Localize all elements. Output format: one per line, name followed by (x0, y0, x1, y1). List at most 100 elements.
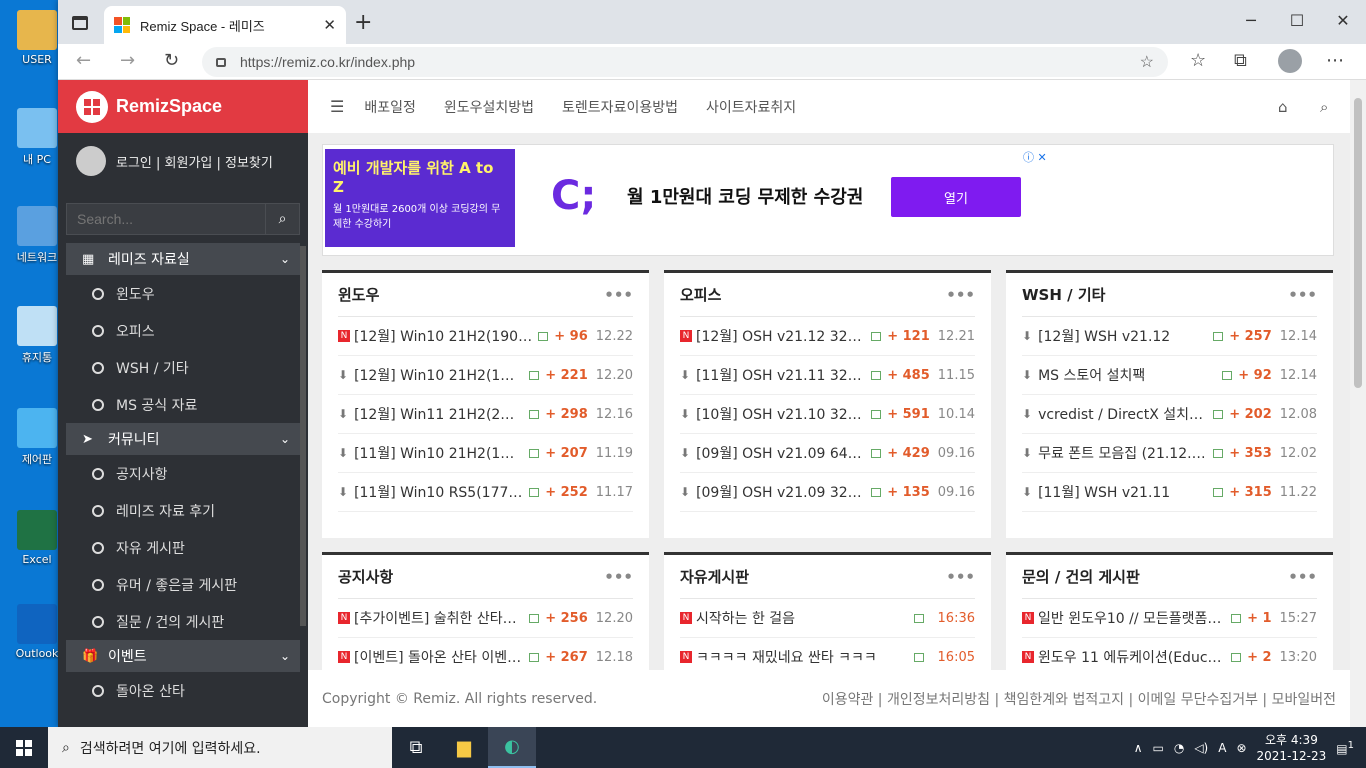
favorites-icon[interactable]: ☆ (1190, 50, 1206, 71)
menu-item[interactable]: MS 공식 자료 (58, 386, 308, 423)
post-row[interactable]: ⬇ 무료 폰트 모음집 (21.12.… + 353 12.02 (1022, 434, 1317, 473)
post-row[interactable]: ⬇ [10월] OSH v21.10 32… + 591 10.14 (680, 395, 975, 434)
nav-site-purpose[interactable]: 사이트자료취지 (706, 97, 796, 117)
nav-schedule[interactable]: 배포일정 (364, 97, 416, 117)
menu-item[interactable]: WSH / 기타 (58, 349, 308, 386)
file-explorer-icon[interactable]: ▆ (440, 727, 488, 768)
volume-icon[interactable]: ◁) (1194, 741, 1208, 755)
collections-icon[interactable]: ⧉ (1234, 50, 1247, 71)
post-title: ㅋㅋㅋㅋ 재밌네요 싼타 ㅋㅋㅋ (696, 650, 877, 666)
sidebar-scrollbar[interactable] (300, 246, 306, 626)
card-title[interactable]: 공지사항 (338, 566, 393, 587)
search-icon[interactable]: ⌕ (266, 203, 300, 235)
comment-count: + 121 (887, 328, 930, 344)
more-icon[interactable]: ⋯ (1326, 50, 1344, 71)
post-row[interactable]: N [12월] OSH v21.12 32/… + 121 12.21 (680, 317, 975, 356)
board-card: 윈도우 ••• N [12월] Win10 21H2(190… + 96 12.22 ⬇ [1… (322, 270, 649, 538)
post-row[interactable]: ⬇ vcredist / DirectX 설치 … + 202 12.08 (1022, 395, 1317, 434)
more-icon[interactable]: ••• (946, 568, 975, 586)
edge-icon[interactable]: ◐ (488, 727, 536, 768)
post-row[interactable]: N [추가이벤트] 술취한 산타에게… + 256 12.20 (338, 599, 633, 638)
menu-item[interactable]: 질문 / 건의 게시판 (58, 603, 308, 640)
site-logo[interactable]: RemizSpace (58, 80, 308, 133)
new-badge-icon: N (680, 612, 692, 624)
post-row[interactable]: ⬇ [12월] Win10 21H2(1… + 221 12.20 (338, 356, 633, 395)
hamburger-icon[interactable]: ☰ (330, 97, 344, 116)
post-row[interactable]: N 시작하는 한 걸음 16:36 (680, 599, 975, 638)
search-input[interactable] (66, 203, 266, 235)
post-row[interactable]: ⬇ [12월] WSH v21.12 + 257 12.14 (1022, 317, 1317, 356)
more-icon[interactable]: ••• (1288, 286, 1317, 304)
menu-item[interactable]: 오피스 (58, 312, 308, 349)
post-row[interactable]: ⬇ [11월] Win10 21H2(1… + 207 11.19 (338, 434, 633, 473)
post-row[interactable]: N 일반 윈도우10 // 모든플랫폼용 … + 1 15:27 (1022, 599, 1317, 638)
card-title[interactable]: 오피스 (680, 284, 721, 305)
login-links[interactable]: 로그인 | 회원가입 | 정보찾기 (116, 152, 273, 171)
post-row[interactable]: ⬇ MS 스토어 설치팩 + 92 12.14 (1022, 356, 1317, 395)
more-icon[interactable]: ••• (604, 286, 633, 304)
home-icon[interactable]: ⌂ (1278, 98, 1288, 116)
image-icon (913, 613, 924, 623)
task-view-icon[interactable]: ⧉ (392, 727, 440, 768)
ime-icon[interactable]: ⊗ (1236, 741, 1246, 755)
nav-install-guide[interactable]: 윈도우설치방법 (444, 97, 534, 117)
card-title[interactable]: WSH / 기타 (1022, 284, 1105, 305)
card-title[interactable]: 자유게시판 (680, 566, 749, 587)
profile-avatar[interactable] (1278, 49, 1302, 73)
post-row[interactable]: ⬇ [09월] OSH v21.09 32… + 135 09.16 (680, 473, 975, 512)
ad-close-icon[interactable]: ⓘ ✕ (1023, 149, 1047, 165)
image-icon (871, 409, 882, 419)
post-row[interactable]: ⬇ [11월] WSH v21.11 + 315 11.22 (1022, 473, 1317, 512)
start-button[interactable] (0, 739, 48, 756)
minimize-icon[interactable]: ─ (1228, 0, 1274, 40)
favorite-add-icon[interactable]: ☆ (1140, 52, 1154, 72)
search-icon[interactable]: ⌕ (1320, 98, 1328, 116)
post-row[interactable]: ⬇ [12월] Win11 21H2(2… + 298 12.16 (338, 395, 633, 434)
menu-item[interactable]: 윈도우 (58, 275, 308, 312)
nav-torrent-guide[interactable]: 토렌트자료이용방법 (562, 97, 678, 117)
ad-open-button[interactable]: 열기 (891, 177, 1021, 217)
tab-actions-icon[interactable] (72, 16, 88, 30)
show-hidden-icon[interactable]: ∧ (1134, 741, 1143, 755)
more-icon[interactable]: ••• (946, 286, 975, 304)
network-icon[interactable]: ▭ (1153, 741, 1164, 755)
browser-tab[interactable]: Remiz Space - 레미즈 ✕ (104, 6, 346, 44)
menu-category[interactable]: 🎁 이벤트 ⌄ (66, 640, 300, 672)
close-tab-icon[interactable]: ✕ (323, 16, 336, 34)
close-window-icon[interactable]: ✕ (1320, 0, 1366, 40)
clock[interactable]: 오후 4:39 2021-12-23 (1257, 732, 1327, 764)
back-icon[interactable]: ← (76, 50, 91, 71)
menu-item[interactable]: 돌아온 산타 (58, 672, 308, 709)
post-title: [09월] OSH v21.09 32… (696, 485, 862, 501)
card-title[interactable]: 문의 / 건의 게시판 (1022, 566, 1140, 587)
more-icon[interactable]: ••• (604, 568, 633, 586)
board-card: WSH / 기타 ••• ⬇ [12월] WSH v21.12 + 257 12.14 ⬇ M… (1006, 270, 1333, 538)
more-icon[interactable]: ••• (1288, 568, 1317, 586)
menu-item[interactable]: 공지사항 (58, 455, 308, 492)
address-bar[interactable]: https://remiz.co.kr/index.php ☆ (202, 47, 1168, 77)
post-row[interactable]: ⬇ [11월] OSH v21.11 32… + 485 11.15 (680, 356, 975, 395)
post-title: [11월] Win10 RS5(177… (354, 485, 523, 501)
maximize-icon[interactable]: ☐ (1274, 0, 1320, 40)
forward-icon[interactable]: → (120, 50, 135, 71)
menu-category[interactable]: ➤ 커뮤니티 ⌄ (66, 423, 300, 455)
page-scrollbar[interactable] (1350, 80, 1366, 727)
post-date: 09.16 (937, 484, 975, 500)
wifi-icon[interactable]: ◔ (1174, 741, 1184, 755)
new-tab-icon[interactable]: + (354, 10, 372, 35)
post-row[interactable]: ⬇ [11월] Win10 RS5(177… + 252 11.17 (338, 473, 633, 512)
language-icon[interactable]: A (1218, 741, 1226, 755)
taskbar-search[interactable]: ⌕ 검색하려면 여기에 입력하세요. (48, 727, 392, 768)
footer-links[interactable]: 이용약관 | 개인정보처리방침 | 책임한계와 법적고지 | 이메일 무단수집거… (822, 689, 1336, 709)
menu-item[interactable]: 자유 게시판 (58, 529, 308, 566)
refresh-icon[interactable]: ↻ (164, 50, 179, 71)
menu-item[interactable]: 유머 / 좋은글 게시판 (58, 566, 308, 603)
menu-item[interactable]: 레미즈 자료 후기 (58, 492, 308, 529)
ad-banner[interactable]: 예비 개발자를 위한 A to Z 월 1만원대로 2600개 이상 코딩강의 … (322, 144, 1334, 256)
post-row[interactable]: N [12월] Win10 21H2(190… + 96 12.22 (338, 317, 633, 356)
post-row[interactable]: ⬇ [09월] OSH v21.09 64… + 429 09.16 (680, 434, 975, 473)
card-title[interactable]: 윈도우 (338, 284, 379, 305)
menu-category[interactable]: ▦ 레미즈 자료실 ⌄ (66, 243, 300, 275)
system-tray: ∧ ▭ ◔ ◁) A ⊗ 오후 4:39 2021-12-23 ▤1 (1134, 732, 1366, 764)
notification-icon[interactable]: ▤1 (1336, 740, 1354, 756)
